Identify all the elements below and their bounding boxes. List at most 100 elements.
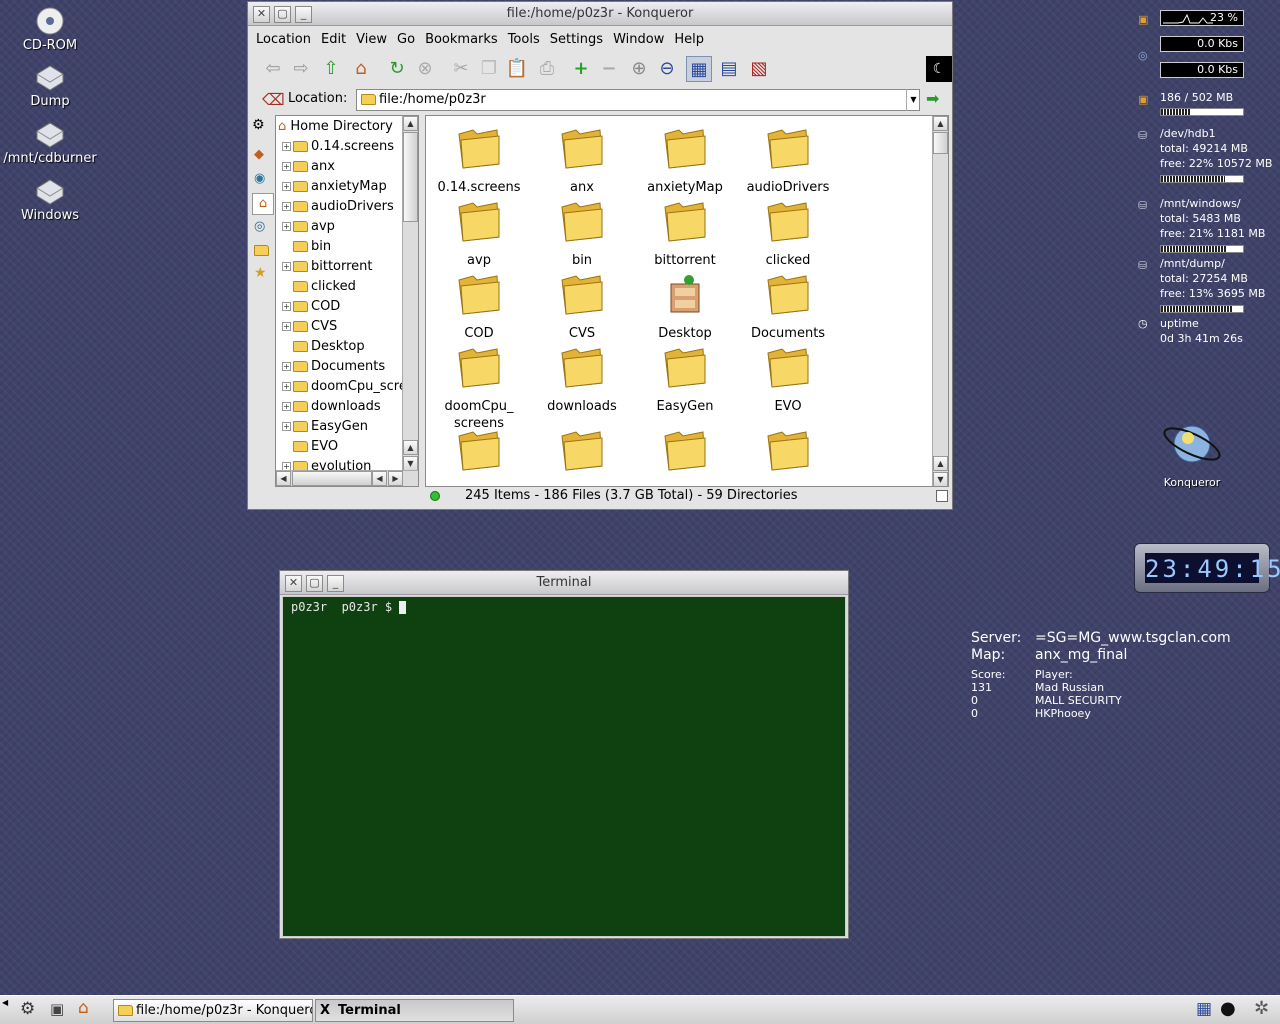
forward-icon[interactable]: ⇨ bbox=[288, 56, 314, 82]
tree-scrollbar[interactable]: ▲ ▲ ▼ bbox=[402, 116, 418, 472]
expand-icon[interactable]: + bbox=[282, 382, 291, 391]
tree-item[interactable]: + CVS bbox=[278, 317, 337, 337]
detail-view-icon[interactable]: ▤ bbox=[716, 56, 742, 82]
new-icon[interactable]: + bbox=[568, 56, 594, 82]
cut-icon[interactable]: ✂ bbox=[448, 56, 474, 82]
tree-item[interactable]: +bin bbox=[278, 237, 331, 257]
expand-icon[interactable]: + bbox=[282, 222, 291, 231]
window-titlebar[interactable]: Terminal ✕ ▢ _ bbox=[280, 571, 848, 595]
file-item[interactable]: anxietyMap bbox=[633, 126, 737, 196]
back-icon[interactable]: ⇦ bbox=[260, 56, 286, 82]
desktop-icon-windows[interactable]: Windows bbox=[0, 176, 100, 223]
bookmark-tab-icon[interactable]: ◆ bbox=[254, 147, 264, 162]
expand-icon[interactable]: + bbox=[282, 182, 291, 191]
paste-icon[interactable]: 📋 bbox=[504, 56, 530, 82]
config-tab-icon[interactable]: ⚙ bbox=[252, 117, 265, 133]
up-icon[interactable]: ⇧ bbox=[318, 56, 344, 82]
folder-tab-icon[interactable] bbox=[254, 243, 272, 258]
zoom-out-icon[interactable]: ⊖ bbox=[654, 56, 680, 82]
tree-item[interactable]: +0.14.screens bbox=[278, 137, 394, 157]
file-item[interactable]: Documents bbox=[736, 272, 840, 342]
scroll-thumb[interactable] bbox=[292, 471, 372, 486]
clear-location-icon[interactable]: ⌫ bbox=[262, 90, 285, 109]
tree-item[interactable]: +EVO bbox=[278, 437, 338, 457]
scroll-up-arrow[interactable]: ▲ bbox=[403, 440, 418, 455]
menu-edit[interactable]: Edit bbox=[316, 27, 351, 53]
copy-icon[interactable]: ❐ bbox=[476, 56, 502, 82]
tree-item[interactable]: + EasyGen bbox=[278, 417, 368, 437]
tree-item[interactable]: + doomCpu_scre bbox=[278, 377, 407, 397]
remove-icon[interactable]: − bbox=[596, 56, 622, 82]
minimize-button[interactable]: _ bbox=[295, 6, 312, 23]
zoom-in-icon[interactable]: ⊕ bbox=[626, 56, 652, 82]
expand-icon[interactable]: + bbox=[282, 402, 291, 411]
desktop-icon-cdrom[interactable]: CD-ROM bbox=[0, 6, 100, 53]
menu-go[interactable]: Go bbox=[392, 27, 420, 53]
menu-help[interactable]: Help bbox=[669, 27, 709, 53]
tree-root[interactable]: ⌂ Home Directory bbox=[278, 117, 393, 137]
menu-window[interactable]: Window bbox=[608, 27, 669, 53]
file-item[interactable] bbox=[530, 428, 634, 481]
file-item[interactable]: EasyGen bbox=[633, 345, 737, 415]
expand-icon[interactable]: + bbox=[282, 322, 291, 331]
file-item[interactable] bbox=[633, 428, 737, 481]
expand-icon[interactable]: + bbox=[282, 362, 291, 371]
filter-icon[interactable]: ▧ bbox=[746, 56, 772, 82]
history-tab-icon[interactable]: ◉ bbox=[254, 171, 265, 186]
file-item[interactable]: COD bbox=[427, 272, 531, 342]
file-item[interactable]: avp bbox=[427, 199, 531, 269]
calendar-icon[interactable]: ▦ bbox=[1196, 999, 1212, 1019]
network-tab-icon[interactable]: ◎ bbox=[254, 219, 265, 234]
close-button[interactable]: ✕ bbox=[285, 575, 302, 592]
maximize-button[interactable]: ▢ bbox=[306, 575, 323, 592]
scroll-thumb[interactable] bbox=[933, 132, 948, 154]
scroll-up-arrow[interactable]: ▲ bbox=[933, 116, 948, 131]
tree-item[interactable]: + audioDrivers bbox=[278, 197, 394, 217]
scroll-up-arrow[interactable]: ▲ bbox=[403, 116, 418, 131]
expand-icon[interactable]: + bbox=[282, 262, 291, 271]
file-item[interactable] bbox=[736, 428, 840, 481]
desktop-icon-dump[interactable]: Dump bbox=[0, 62, 100, 109]
file-item[interactable]: downloads bbox=[530, 345, 634, 415]
task-konqueror[interactable]: file:/home/p0z3r - Konqueror bbox=[113, 999, 313, 1022]
menu-location[interactable]: Location bbox=[250, 27, 316, 53]
file-item[interactable]: audioDrivers bbox=[736, 126, 840, 196]
go-icon[interactable]: ➡ bbox=[926, 89, 939, 108]
icon-view-icon[interactable]: ▦ bbox=[686, 56, 712, 82]
expand-icon[interactable]: + bbox=[282, 142, 291, 151]
terminal-screen[interactable]: p0z3r p0z3r $ bbox=[282, 596, 846, 937]
file-item[interactable]: EVO bbox=[736, 345, 840, 415]
file-item[interactable]: anx bbox=[530, 126, 634, 196]
home-tab-icon[interactable]: ⌂ bbox=[252, 193, 274, 215]
show-desktop-icon[interactable]: ▣ bbox=[50, 1000, 64, 1018]
expand-icon[interactable]: + bbox=[282, 302, 291, 311]
tree-hscrollbar[interactable]: ◀ ◀ ▶ bbox=[276, 470, 418, 486]
task-terminal[interactable]: X Terminal bbox=[315, 999, 514, 1022]
menu-bookmarks[interactable]: Bookmarks bbox=[420, 27, 503, 53]
reload-icon[interactable]: ↻ bbox=[384, 56, 410, 82]
scroll-thumb[interactable] bbox=[403, 132, 418, 222]
files-scrollbar[interactable]: ▲ ▲ ▼ bbox=[932, 116, 948, 486]
file-item[interactable]: 0.14.screens bbox=[427, 126, 531, 196]
tree-item[interactable]: +Desktop bbox=[278, 337, 365, 357]
desktop-icon-konqueror[interactable]: Konqueror bbox=[1142, 418, 1242, 489]
file-item[interactable]: doomCpu_ screens bbox=[427, 345, 531, 432]
tree-item[interactable]: + avp bbox=[278, 217, 335, 237]
minimize-button[interactable]: _ bbox=[327, 575, 344, 592]
tree-item[interactable]: + anxietyMap bbox=[278, 177, 387, 197]
favorites-tab-icon[interactable]: ★ bbox=[254, 265, 267, 281]
menu-settings[interactable]: Settings bbox=[545, 27, 608, 53]
home-icon[interactable]: ⌂ bbox=[348, 56, 374, 82]
file-item[interactable]: bittorrent bbox=[633, 199, 737, 269]
window-titlebar[interactable]: file:/home/p0z3r - Konqueror ✕ ▢ _ bbox=[248, 2, 952, 26]
panel-hide-arrow[interactable]: ◀ bbox=[2, 998, 8, 1007]
scroll-up-arrow[interactable]: ▲ bbox=[933, 456, 948, 471]
file-item[interactable] bbox=[427, 428, 531, 481]
expand-icon[interactable]: + bbox=[282, 202, 291, 211]
tree-item[interactable]: +clicked bbox=[278, 277, 356, 297]
bomb-icon[interactable]: ● bbox=[1220, 998, 1236, 1019]
location-input[interactable]: file:/home/p0z3r bbox=[356, 89, 920, 111]
close-button[interactable]: ✕ bbox=[253, 6, 270, 23]
scroll-right-arrow[interactable]: ▶ bbox=[388, 471, 403, 486]
file-item[interactable]: CVS bbox=[530, 272, 634, 342]
